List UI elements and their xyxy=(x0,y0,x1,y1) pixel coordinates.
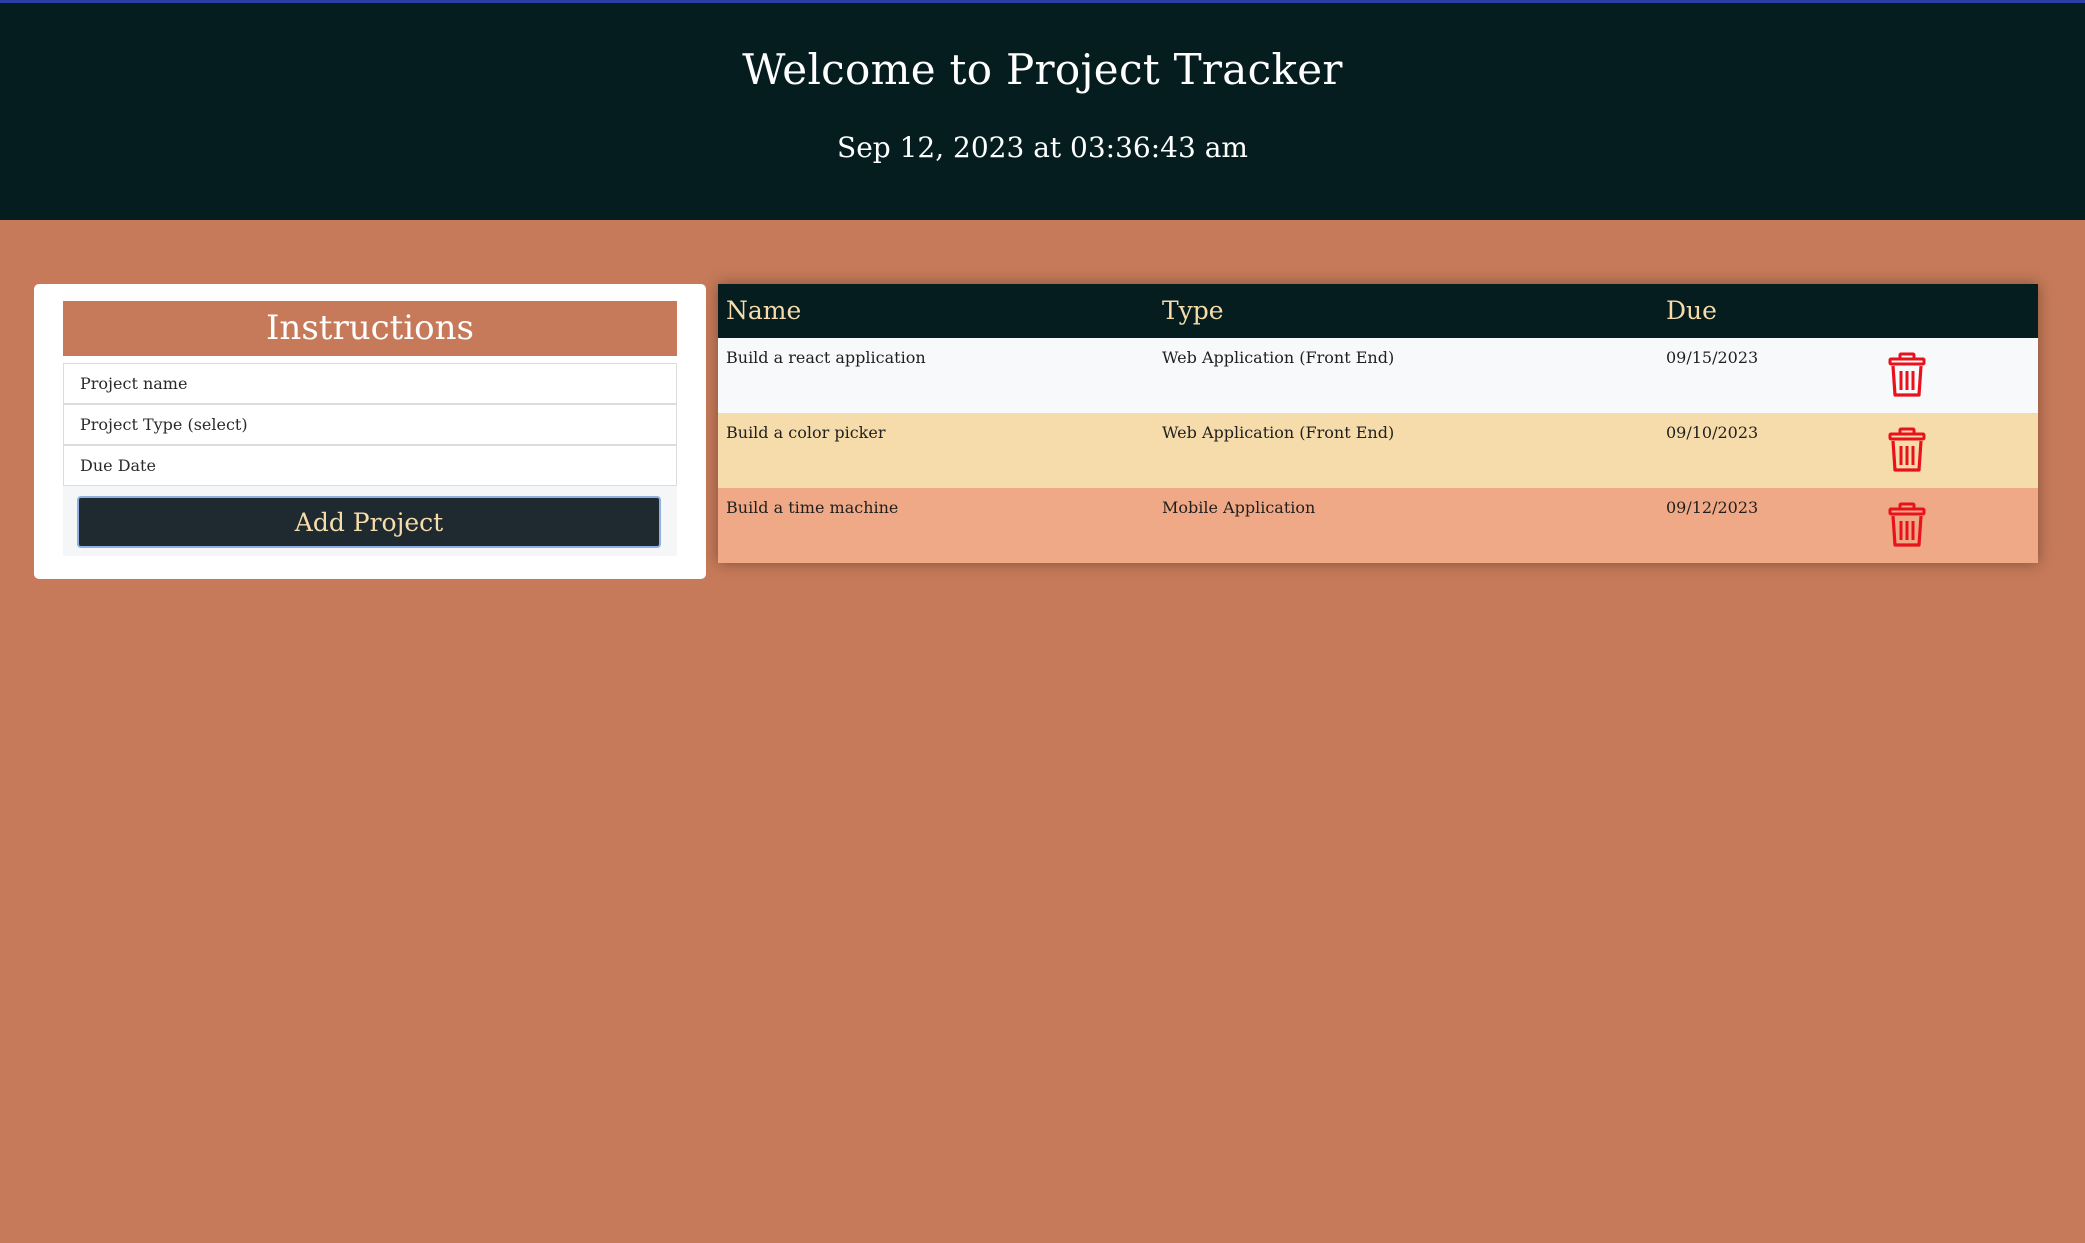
add-project-button[interactable]: Add Project xyxy=(77,496,661,548)
page-title: Welcome to Project Tracker xyxy=(742,45,1343,94)
project-name: Build a time machine xyxy=(726,498,899,517)
project-name-input[interactable]: Project name xyxy=(63,363,677,404)
table-row: Build a time machine Mobile Application … xyxy=(718,488,2038,563)
project-due: 09/15/2023 xyxy=(1666,348,1759,367)
table-row: Build a color picker Web Application (Fr… xyxy=(718,413,2038,488)
project-type: Web Application (Front End) xyxy=(1162,423,1395,442)
projects-table: Name Type Due Build a react application … xyxy=(718,284,2038,563)
project-due: 09/12/2023 xyxy=(1666,498,1759,517)
column-header-name: Name xyxy=(726,296,802,325)
project-form: Instructions Project name Project Type (… xyxy=(34,284,706,579)
page-header: Welcome to Project Tracker Sep 12, 2023 … xyxy=(0,0,2085,220)
project-name: Build a react application xyxy=(726,348,926,367)
current-datetime: Sep 12, 2023 at 03:36:43 am xyxy=(837,131,1248,164)
table-header: Name Type Due xyxy=(718,284,2038,338)
project-type: Mobile Application xyxy=(1162,498,1316,517)
column-header-due: Due xyxy=(1666,296,1717,325)
project-type-select[interactable]: Project Type (select) xyxy=(63,404,677,445)
column-header-type: Type xyxy=(1162,296,1224,325)
trash-icon[interactable] xyxy=(1886,427,1928,473)
form-actions: Add Project xyxy=(63,486,677,556)
project-name: Build a color picker xyxy=(726,423,886,442)
table-row: Build a react application Web Applicatio… xyxy=(718,338,2038,413)
instructions-banner: Instructions xyxy=(63,301,677,356)
due-date-input[interactable]: Due Date xyxy=(63,445,677,486)
project-due: 09/10/2023 xyxy=(1666,423,1759,442)
project-type: Web Application (Front End) xyxy=(1162,348,1395,367)
trash-icon[interactable] xyxy=(1886,502,1928,548)
trash-icon[interactable] xyxy=(1886,352,1928,398)
